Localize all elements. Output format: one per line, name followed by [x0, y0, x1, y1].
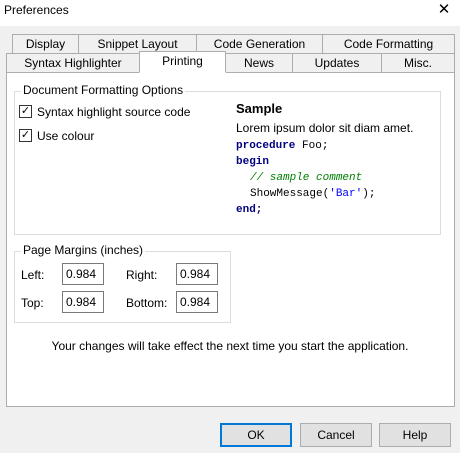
code-call: ShowMessage( — [250, 188, 330, 200]
syntax-highlight-checkbox[interactable]: ✓ — [19, 105, 32, 118]
tab-updates[interactable]: Updates — [292, 53, 382, 73]
margin-bottom-input[interactable]: 0.984 — [176, 291, 218, 313]
ok-button[interactable]: OK — [220, 423, 292, 447]
margin-left-input[interactable]: 0.984 — [62, 263, 104, 285]
tab-code-formatting[interactable]: Code Formatting — [322, 34, 455, 54]
check-icon: ✓ — [20, 105, 31, 117]
syntax-highlight-label[interactable]: Syntax highlight source code — [37, 105, 190, 119]
code-line-end: end; — [236, 204, 262, 216]
margin-top-input[interactable]: 0.984 — [62, 291, 104, 313]
cancel-button[interactable]: Cancel — [300, 423, 372, 447]
code-keyword-procedure: procedure — [236, 140, 296, 152]
title-bar — [0, 0, 460, 26]
document-formatting-title: Document Formatting Options — [21, 83, 186, 97]
tab-syntax-highlighter-label: Syntax Highlighter — [24, 56, 122, 70]
tab-syntax-highlighter[interactable]: Syntax Highlighter — [6, 53, 140, 73]
code-line-procedure: procedure Foo; — [236, 140, 328, 152]
use-colour-label[interactable]: Use colour — [37, 129, 94, 143]
check-icon: ✓ — [20, 129, 31, 141]
margin-right-input[interactable]: 0.984 — [176, 263, 218, 285]
tab-display[interactable]: Display — [12, 34, 79, 54]
tab-printing-label: Printing — [162, 54, 203, 68]
code-line-begin: begin — [236, 156, 269, 168]
code-string: 'Bar' — [329, 188, 363, 200]
margin-bottom-label: Bottom: — [126, 296, 168, 310]
sample-heading: Sample — [236, 101, 283, 116]
use-colour-checkbox[interactable]: ✓ — [19, 129, 32, 142]
tab-code-generation-label: Code Generation — [213, 37, 306, 51]
code-line-call: ShowMessage('Bar'); — [250, 188, 375, 200]
close-icon[interactable]: ✕ — [436, 1, 452, 19]
sample-preview: Sample Lorem ipsum dolor sit diam amet. … — [231, 97, 431, 229]
margin-right-label: Right: — [126, 268, 158, 282]
margin-left-label: Left: — [21, 268, 45, 282]
restart-notice: Your changes will take effect the next t… — [51, 339, 409, 353]
window-title: Preferences — [4, 3, 69, 17]
tab-snippet-layout-label: Snippet Layout — [97, 37, 178, 51]
tab-printing[interactable]: Printing — [139, 51, 226, 73]
code-call-end: ); — [362, 188, 376, 200]
code-keyword-end: end; — [236, 204, 263, 216]
page-margins-title: Page Margins (inches) — [21, 243, 146, 257]
tab-code-formatting-label: Code Formatting — [343, 37, 434, 51]
margin-top-label: Top: — [21, 296, 44, 310]
help-button[interactable]: Help — [379, 423, 451, 447]
tab-display-label: Display — [25, 37, 66, 51]
tab-misc-label: Misc. — [404, 56, 432, 70]
tab-updates-label: Updates — [314, 56, 360, 70]
sample-text: Lorem ipsum dolor sit diam amet. — [236, 121, 414, 135]
code-proc-name: Foo; — [295, 140, 329, 152]
code-comment: // sample comment — [250, 172, 363, 184]
code-keyword-begin: begin — [236, 156, 270, 168]
tab-misc[interactable]: Misc. — [381, 53, 455, 73]
tab-news-label: News — [243, 56, 274, 70]
tab-news[interactable]: News — [225, 53, 293, 73]
